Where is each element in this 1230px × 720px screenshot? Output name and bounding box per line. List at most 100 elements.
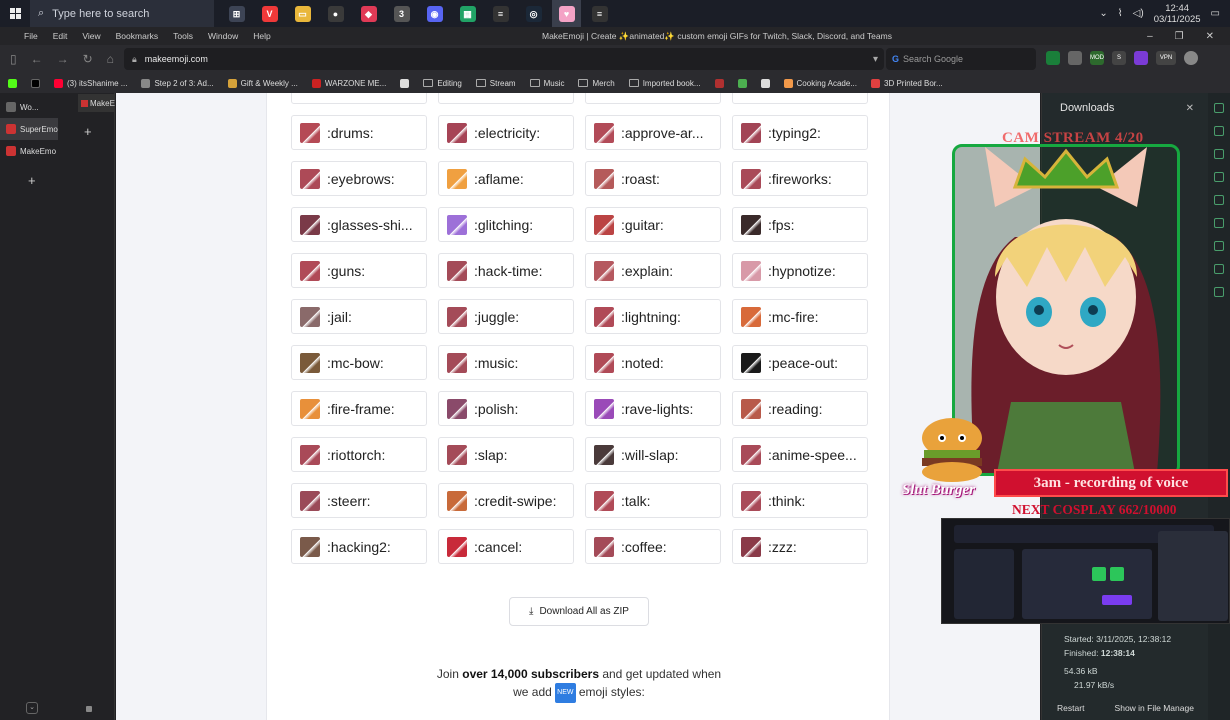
emoji-card[interactable]: :aflame:: [438, 161, 574, 196]
emoji-card[interactable]: :hack-time:: [438, 253, 574, 288]
taskbar-app[interactable]: ●: [321, 0, 350, 27]
bookmark-item[interactable]: Merch: [578, 79, 615, 88]
emoji-card[interactable]: :eyebrows:: [291, 161, 427, 196]
emoji-card[interactable]: :electricity:: [438, 115, 574, 150]
reader-view-icon[interactable]: [1068, 51, 1082, 65]
side-bookmarks-icon[interactable]: [1214, 103, 1224, 113]
emoji-card[interactable]: :will-slap:: [585, 437, 721, 472]
bookmark-item[interactable]: Music: [529, 79, 564, 88]
restart-button[interactable]: Restart: [1057, 703, 1084, 713]
emoji-card[interactable]: :coffee:: [585, 529, 721, 564]
taskbar-app[interactable]: ▭: [288, 0, 317, 27]
bookmark-item[interactable]: [760, 78, 770, 88]
emoji-card[interactable]: :fire-frame:: [291, 391, 427, 426]
bookmark-item[interactable]: Editing: [423, 79, 462, 88]
bookmark-item[interactable]: [714, 78, 724, 88]
emoji-card[interactable]: :cancel:: [438, 529, 574, 564]
bookmark-item[interactable]: 3D Printed Bor...: [871, 78, 943, 88]
taskbar-clock[interactable]: 12:44 03/11/2025: [1154, 3, 1201, 25]
emoji-card[interactable]: :peace-out:: [732, 345, 868, 380]
emoji-card[interactable]: :steerr:: [291, 483, 427, 518]
emoji-card[interactable]: :hypnotize:: [732, 253, 868, 288]
emoji-card[interactable]: :credit-swipe:: [438, 483, 574, 518]
bookmark-item[interactable]: Imported book...: [628, 79, 701, 88]
panel-toggle-icon[interactable]: ▯: [10, 52, 17, 66]
maximize-icon[interactable]: ❐: [1175, 31, 1184, 42]
profile-icon[interactable]: [1184, 51, 1198, 65]
taskbar-app[interactable]: ≡: [486, 0, 515, 27]
emoji-card[interactable]: :noted:: [585, 345, 721, 380]
emoji-card[interactable]: :mc-bow:: [291, 345, 427, 380]
close-icon[interactable]: ✕: [1186, 103, 1194, 114]
extension-purple-icon[interactable]: [1134, 51, 1148, 65]
extension-green-icon[interactable]: [1046, 51, 1060, 65]
back-icon[interactable]: ←: [31, 52, 43, 66]
new-tab-icon[interactable]: +: [84, 124, 92, 139]
emoji-card[interactable]: :guns:: [291, 253, 427, 288]
extension-mod-icon[interactable]: MOD: [1090, 51, 1104, 65]
bookmark-item[interactable]: (3) itsShanime ...: [54, 78, 127, 88]
emoji-card[interactable]: :jail:: [291, 299, 427, 334]
start-button[interactable]: [0, 0, 30, 27]
emoji-card-partial[interactable]: [585, 93, 721, 104]
bookmark-item[interactable]: Stream: [475, 79, 516, 88]
emoji-card[interactable]: :fireworks:: [732, 161, 868, 196]
minimize-icon[interactable]: –: [1147, 31, 1153, 42]
tab-makeemoji[interactable]: MakeEmo: [0, 140, 114, 162]
emoji-card[interactable]: :reading:: [732, 391, 868, 426]
emoji-card[interactable]: :think:: [732, 483, 868, 518]
bookmark-item[interactable]: Gift & Weekly ...: [227, 78, 298, 88]
reload-icon[interactable]: ↻: [83, 52, 93, 66]
emoji-card[interactable]: :fps:: [732, 207, 868, 242]
emoji-card[interactable]: :zzz:: [732, 529, 868, 564]
new-tab-stack-icon[interactable]: +: [28, 173, 36, 188]
search-field[interactable]: G Search Google: [886, 48, 1036, 70]
taskbar-app[interactable]: V: [255, 0, 284, 27]
emoji-card[interactable]: :approve-ar...: [585, 115, 721, 150]
emoji-card[interactable]: :explain:: [585, 253, 721, 288]
menu-tools[interactable]: Tools: [173, 31, 193, 41]
menu-edit[interactable]: Edit: [53, 31, 68, 41]
close-icon[interactable]: ✕: [1206, 31, 1214, 42]
emoji-card[interactable]: :juggle:: [438, 299, 574, 334]
bookmark-kick[interactable]: [8, 78, 17, 88]
emoji-card[interactable]: :mc-fire:: [732, 299, 868, 334]
taskbar-app[interactable]: ≡: [585, 0, 614, 27]
chevron-up-icon[interactable]: ⌄: [1099, 8, 1107, 19]
bookmark-item[interactable]: [737, 78, 747, 88]
chevron-down-icon[interactable]: ⌄: [26, 702, 38, 714]
vpn-icon[interactable]: VPN: [1156, 51, 1176, 65]
notifications-icon[interactable]: ▭: [1211, 8, 1220, 19]
bookmark-icon[interactable]: ▾: [873, 54, 878, 65]
emoji-card[interactable]: :guitar:: [585, 207, 721, 242]
home-icon[interactable]: ⌂: [107, 52, 114, 66]
emoji-card[interactable]: :hacking2:: [291, 529, 427, 564]
taskbar-app[interactable]: ◆: [354, 0, 383, 27]
emoji-card[interactable]: :drums:: [291, 115, 427, 150]
taskbar-app[interactable]: ⊞: [222, 0, 251, 27]
download-zip-button[interactable]: ⤓ Download All as ZIP: [509, 597, 649, 626]
taskbar-search-box[interactable]: ⌕ Type here to search: [30, 0, 214, 27]
emoji-card[interactable]: :glitching:: [438, 207, 574, 242]
emoji-card[interactable]: :lightning:: [585, 299, 721, 334]
bookmark-x[interactable]: [31, 78, 40, 88]
emoji-card[interactable]: :riottorch:: [291, 437, 427, 472]
taskbar-app[interactable]: ▦: [453, 0, 482, 27]
extension-s-icon[interactable]: S: [1112, 51, 1126, 65]
taskbar-app[interactable]: ◉: [420, 0, 449, 27]
bookmark-item[interactable]: Cooking Acade...: [783, 78, 857, 88]
emoji-card-partial[interactable]: [732, 93, 868, 104]
emoji-card[interactable]: :talk:: [585, 483, 721, 518]
emoji-card[interactable]: :rave-lights:: [585, 391, 721, 426]
menu-view[interactable]: View: [82, 31, 100, 41]
bookmark-item[interactable]: [400, 78, 410, 88]
lock-icon[interactable]: [86, 706, 92, 712]
emoji-card[interactable]: :glasses-shi...: [291, 207, 427, 242]
emoji-card[interactable]: :polish:: [438, 391, 574, 426]
taskbar-app[interactable]: ◎: [519, 0, 548, 27]
menu-help[interactable]: Help: [253, 31, 270, 41]
taskbar-app[interactable]: 3: [387, 0, 416, 27]
bookmark-item[interactable]: WARZONE ME...: [311, 78, 386, 88]
pinned-tab-makeemoji[interactable]: MakeE: [78, 94, 115, 112]
menu-bookmarks[interactable]: Bookmarks: [116, 31, 159, 41]
